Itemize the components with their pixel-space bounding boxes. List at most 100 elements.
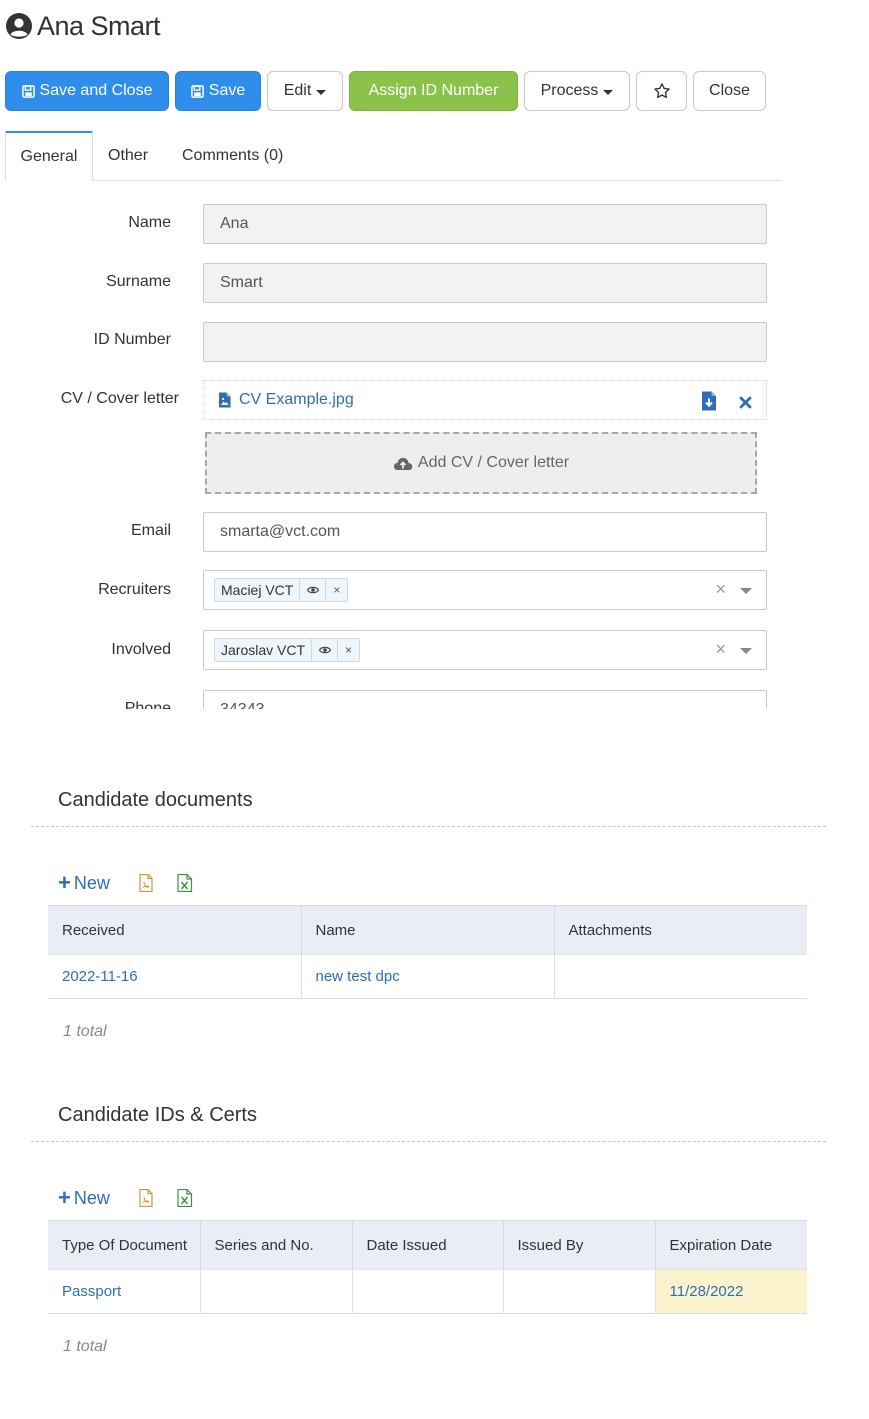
- tab-comments[interactable]: Comments (0): [182, 131, 283, 181]
- cv-label: CV / Cover letter: [60, 390, 179, 407]
- name-field[interactable]: Ana: [203, 204, 767, 244]
- recruiter-tag-label: Maciej VCT: [221, 582, 294, 598]
- documents-table: Received Name Attachments 2022-11-16 new…: [48, 905, 807, 999]
- involved-label: Involved: [111, 641, 171, 658]
- save-label: Save: [208, 82, 246, 99]
- involved-tag-label: Jaroslav VCT: [221, 642, 306, 658]
- name-label: Name: [128, 214, 171, 231]
- cloud-upload-icon: [393, 457, 413, 470]
- expiration-cell[interactable]: 11/28/2022: [655, 1269, 807, 1314]
- caret-down-icon: [316, 89, 327, 95]
- export-excel-icon[interactable]: [177, 874, 193, 892]
- documents-total: 1 total: [63, 1023, 107, 1040]
- section-divider: [31, 826, 826, 827]
- recruiters-select[interactable]: Maciej VCT × ×: [203, 570, 767, 610]
- tab-general-label: General: [20, 147, 78, 165]
- caret-down-icon: [603, 89, 614, 95]
- clear-selection-icon[interactable]: ×: [715, 579, 726, 600]
- date-issued-cell: [352, 1269, 504, 1314]
- column-header-type[interactable]: Type Of Document: [48, 1220, 201, 1270]
- type-cell[interactable]: Passport: [48, 1269, 201, 1314]
- clear-selection-icon[interactable]: ×: [715, 639, 726, 660]
- process-label: Process: [540, 82, 599, 99]
- tab-comments-label: Comments (0): [182, 147, 284, 164]
- add-cv-label: Add CV / Cover letter: [417, 454, 570, 471]
- attachments-cell: [554, 954, 807, 999]
- surname-field[interactable]: Smart: [203, 263, 767, 303]
- recruiter-tag: Maciej VCT ×: [214, 578, 349, 602]
- new-document-button[interactable]: + New: [58, 872, 110, 894]
- table-row: Passport 11/28/2022: [48, 1269, 807, 1314]
- certs-section-title: Candidate IDs & Certs: [58, 1104, 257, 1126]
- issued-by-cell: [503, 1269, 656, 1314]
- eye-icon[interactable]: [311, 639, 337, 661]
- email-field[interactable]: smarta@vct.com: [203, 512, 767, 552]
- tab-other-label: Other: [108, 147, 149, 164]
- add-cv-dropzone[interactable]: Add CV / Cover letter: [205, 432, 757, 494]
- plus-icon: +: [58, 1185, 71, 1210]
- floppy-disk-icon: [21, 84, 35, 98]
- involved-select[interactable]: Jaroslav VCT × ×: [203, 630, 767, 670]
- save-button[interactable]: Save: [175, 71, 261, 111]
- tab-other[interactable]: Other: [108, 131, 148, 181]
- close-label: Close: [709, 82, 750, 99]
- column-header-series[interactable]: Series and No.: [200, 1220, 353, 1270]
- phone-field[interactable]: 34343: [203, 690, 767, 709]
- new-cert-label: New: [73, 1187, 110, 1208]
- surname-label: Surname: [106, 273, 171, 290]
- id-number-label: ID Number: [93, 331, 171, 348]
- column-header-attachments[interactable]: Attachments: [554, 905, 807, 955]
- table-header-row: Type Of Document Series and No. Date Iss…: [48, 1220, 807, 1270]
- document-name-cell[interactable]: new test dpc: [301, 954, 555, 999]
- edit-label: Edit: [283, 82, 312, 99]
- download-file-icon[interactable]: [701, 391, 717, 411]
- close-button[interactable]: Close: [693, 71, 766, 111]
- process-dropdown-button[interactable]: Process: [524, 71, 630, 111]
- export-pdf-icon[interactable]: [139, 1189, 153, 1207]
- user-circle-icon: [6, 13, 32, 39]
- save-and-close-label: Save and Close: [39, 82, 153, 99]
- dropdown-caret-icon[interactable]: [740, 648, 752, 654]
- column-header-received[interactable]: Received: [48, 905, 302, 955]
- table-row: 2022-11-16 new test dpc: [48, 954, 807, 999]
- email-label: Email: [130, 522, 171, 539]
- new-cert-button[interactable]: + New: [58, 1187, 110, 1209]
- image-file-icon: [219, 392, 231, 408]
- section-divider: [31, 1141, 826, 1142]
- edit-dropdown-button[interactable]: Edit: [267, 71, 343, 111]
- surname-value: Smart: [220, 274, 263, 291]
- eye-icon[interactable]: [299, 579, 325, 601]
- remove-tag-icon[interactable]: ×: [325, 579, 347, 601]
- page-title-text: Ana Smart: [37, 10, 161, 41]
- export-excel-icon[interactable]: [177, 1189, 193, 1207]
- column-header-issued-by[interactable]: Issued By: [503, 1220, 656, 1270]
- table-header-row: Received Name Attachments: [48, 905, 807, 955]
- dropdown-caret-icon[interactable]: [740, 588, 752, 594]
- name-value: Ana: [220, 215, 249, 232]
- column-header-expiration[interactable]: Expiration Date: [655, 1220, 807, 1270]
- id-number-field[interactable]: [203, 322, 767, 362]
- remove-tag-icon[interactable]: ×: [337, 639, 359, 661]
- certs-total: 1 total: [63, 1338, 107, 1355]
- column-header-name[interactable]: Name: [301, 905, 555, 955]
- received-cell[interactable]: 2022-11-16: [48, 954, 302, 999]
- favorite-button[interactable]: [636, 71, 687, 111]
- new-document-label: New: [73, 872, 110, 893]
- phone-value: 34343: [220, 701, 265, 709]
- assign-id-label: Assign ID Number: [368, 82, 499, 99]
- remove-file-icon[interactable]: [739, 396, 752, 409]
- save-and-close-button[interactable]: Save and Close: [5, 71, 169, 111]
- documents-section-title: Candidate documents: [58, 789, 253, 811]
- involved-tag: Jaroslav VCT ×: [214, 638, 361, 662]
- plus-icon: +: [58, 870, 71, 895]
- form-scroll-clip: Phone 34343: [0, 690, 869, 709]
- column-header-date-issued[interactable]: Date Issued: [352, 1220, 504, 1270]
- export-pdf-icon[interactable]: [139, 874, 153, 892]
- recruiters-label: Recruiters: [98, 581, 171, 598]
- tab-general[interactable]: General: [5, 131, 93, 181]
- assign-id-number-button[interactable]: Assign ID Number: [349, 71, 518, 111]
- page-title: Ana Smart: [5, 6, 161, 46]
- cv-file-link[interactable]: CV Example.jpg: [239, 391, 354, 409]
- series-cell: [200, 1269, 353, 1314]
- star-icon: [653, 83, 670, 99]
